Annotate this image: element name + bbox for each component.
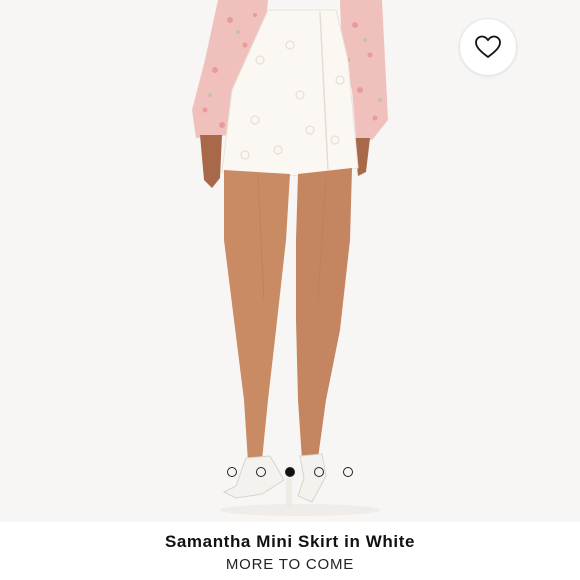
carousel-indicators (0, 467, 580, 481)
carousel-dot-1[interactable] (227, 467, 237, 477)
carousel-dot-4[interactable] (314, 467, 324, 477)
carousel-dot-5[interactable] (343, 467, 353, 477)
carousel-dot-3-active[interactable] (285, 467, 295, 477)
carousel-dot-2[interactable] (256, 467, 266, 477)
product-photo[interactable] (0, 0, 580, 522)
product-title[interactable]: Samantha Mini Skirt in White (0, 532, 580, 552)
model-illustration (192, 0, 388, 516)
product-card: Samantha Mini Skirt in White MORE TO COM… (0, 0, 580, 580)
heart-outline-icon (475, 35, 501, 58)
availability-status: MORE TO COME (225, 556, 355, 573)
wishlist-button[interactable] (459, 18, 517, 76)
